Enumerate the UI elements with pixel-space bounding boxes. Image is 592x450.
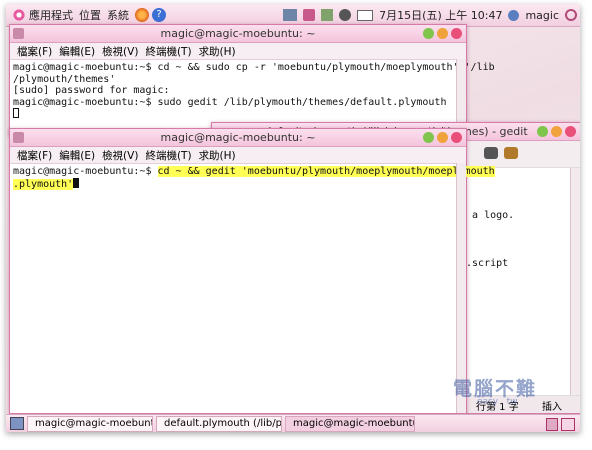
terminal-line: /plymouth/themes' xyxy=(13,73,116,85)
network-icon[interactable] xyxy=(283,9,298,21)
minimize-button[interactable] xyxy=(537,126,548,137)
menu-terminal[interactable]: 終端機(T) xyxy=(145,148,191,163)
bottom-panel: magic@magic-moebuntu:... default.plymout… xyxy=(6,414,580,432)
ubuntu-logo-icon xyxy=(12,8,26,22)
firefox-icon[interactable] xyxy=(135,8,149,22)
trash-icon[interactable] xyxy=(546,418,558,431)
text-cursor xyxy=(73,177,80,188)
menu-edit[interactable]: 編輯(E) xyxy=(59,44,95,59)
menu-help[interactable]: 求助(H) xyxy=(199,148,236,163)
applications-label: 應用程式 xyxy=(29,9,73,22)
clock[interactable]: 7月15日(五) 上午 10:47 xyxy=(379,7,502,23)
watermark-logo: 電腦不難 easy . tw xyxy=(453,374,537,407)
gedit-fragment-2: h.script xyxy=(460,258,509,269)
taskbar-item-gedit[interactable]: default.plymouth (/lib/pl... xyxy=(156,415,282,432)
replace-icon[interactable] xyxy=(504,147,518,159)
menu-terminal[interactable]: 終端機(T) xyxy=(145,44,191,59)
highlighted-command: .plymouth' xyxy=(13,178,74,190)
user-icon[interactable] xyxy=(508,9,520,21)
power-icon[interactable] xyxy=(565,9,577,21)
menu-file[interactable]: 檔案(F) xyxy=(17,148,52,163)
maximize-button[interactable] xyxy=(437,132,448,143)
menu-edit[interactable]: 編輯(E) xyxy=(59,148,95,163)
terminal-window-1[interactable]: magic@magic-moebuntu: ~ 檔案(F) 編輯(E) 檢視(V… xyxy=(9,24,495,136)
terminal1-titlebar[interactable]: magic@magic-moebuntu: ~ xyxy=(10,25,466,43)
system-menu[interactable]: 系統 xyxy=(107,7,129,23)
terminal1-output[interactable]: magic@magic-moebuntu:~$ cd ~ && sudo cp … xyxy=(10,60,495,123)
terminal-line: magic@magic-moebuntu:~$ sudo gedit /lib/… xyxy=(13,96,447,108)
terminal2-menubar: 檔案(F) 編輯(E) 檢視(V) 終端機(T) 求助(H) xyxy=(10,147,466,164)
close-button[interactable] xyxy=(451,132,462,143)
menu-view[interactable]: 檢視(V) xyxy=(102,148,138,163)
taskbar-label: magic@magic-moebuntu: ~ xyxy=(293,418,415,429)
terminal-window-2[interactable]: magic@magic-moebuntu: ~ 檔案(F) 編輯(E) 檢視(V… xyxy=(9,128,495,414)
show-desktop-icon[interactable] xyxy=(10,417,24,430)
minimize-button[interactable] xyxy=(423,132,434,143)
help-icon[interactable]: ? xyxy=(152,8,166,22)
taskbar-label: default.plymouth (/lib/pl... xyxy=(164,418,282,429)
terminal-line: [sudo] password for magic: xyxy=(13,85,170,96)
screenshot: 應用程式 位置 系統 ? 7月15日(五) 上午 10:47 magic mag… xyxy=(6,4,580,432)
settings-icon[interactable] xyxy=(339,9,352,21)
photo-icon[interactable] xyxy=(321,9,334,21)
applications-menu[interactable]: 應用程式 xyxy=(12,7,73,23)
workspace-switcher-icon[interactable] xyxy=(561,418,575,431)
terminal1-menubar: 檔案(F) 編輯(E) 檢視(V) 終端機(T) 求助(H) xyxy=(10,43,466,60)
terminal-prompt: magic@magic-moebuntu:~$ xyxy=(13,166,158,177)
maximize-button[interactable] xyxy=(437,28,448,39)
terminal2-titlebar[interactable]: magic@magic-moebuntu: ~ xyxy=(10,129,466,147)
close-button[interactable] xyxy=(565,126,576,137)
taskbar-label: magic@magic-moebuntu:... xyxy=(35,418,152,429)
mail-icon[interactable] xyxy=(357,9,374,21)
user-name[interactable]: magic xyxy=(525,9,559,22)
close-button[interactable] xyxy=(451,28,462,39)
terminal2-title: magic@magic-moebuntu: ~ xyxy=(160,131,316,144)
minimize-button[interactable] xyxy=(423,28,434,39)
find-icon[interactable] xyxy=(484,147,498,159)
insert-mode: 插入 xyxy=(542,402,562,413)
terminal-line: magic@magic-moebuntu:~$ cd ~ && sudo cp … xyxy=(13,62,495,73)
text-cursor xyxy=(13,108,19,118)
launcher-icons: ? xyxy=(135,8,169,22)
highlighted-command: cd ~ && gedit 'moebuntu/plymouth/moeplym… xyxy=(157,166,495,177)
taskbar-item-terminal2[interactable]: magic@magic-moebuntu: ~ xyxy=(285,415,415,432)
places-label: 位置 xyxy=(79,9,101,22)
terminal1-title: magic@magic-moebuntu: ~ xyxy=(160,27,316,40)
menu-file[interactable]: 檔案(F) xyxy=(17,44,52,59)
gedit-fragment-1: h a logo. xyxy=(460,210,515,221)
chat-icon[interactable] xyxy=(303,9,316,21)
places-menu[interactable]: 位置 xyxy=(79,7,101,23)
menu-view[interactable]: 檢視(V) xyxy=(102,44,138,59)
menu-help[interactable]: 求助(H) xyxy=(199,44,236,59)
taskbar-item-terminal1[interactable]: magic@magic-moebuntu:... xyxy=(27,415,153,432)
terminal2-output[interactable]: magic@magic-moebuntu:~$ cd ~ && gedit 'm… xyxy=(10,164,495,192)
system-tray: 7月15日(五) 上午 10:47 magic xyxy=(280,4,580,26)
system-label: 系統 xyxy=(107,9,129,22)
gedit-scrollbar[interactable] xyxy=(570,168,580,395)
maximize-button[interactable] xyxy=(551,126,562,137)
